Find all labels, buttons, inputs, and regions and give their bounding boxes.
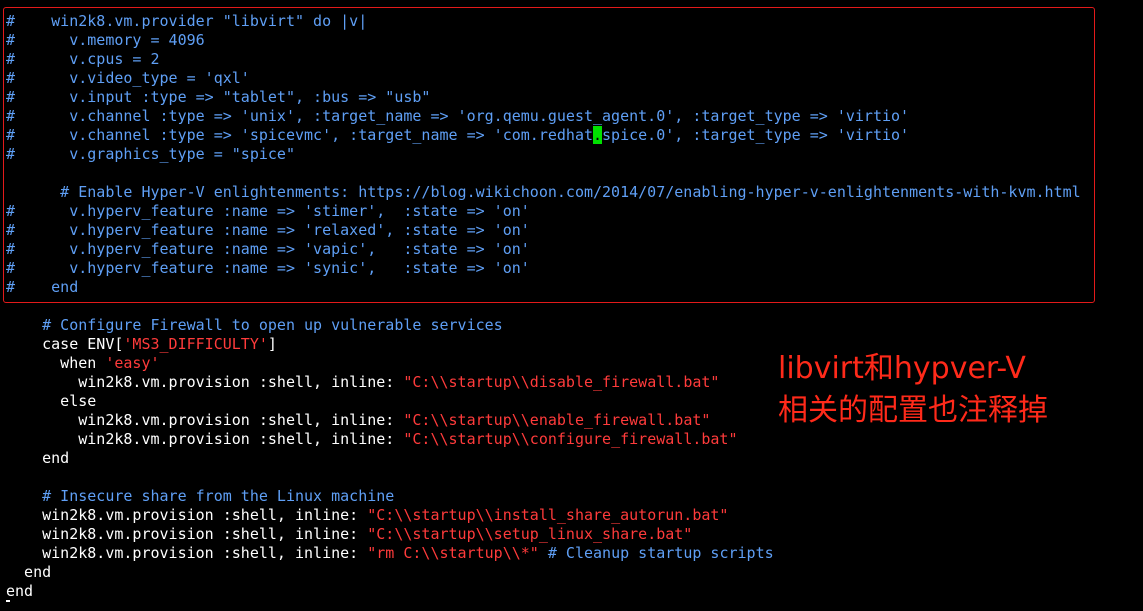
code-line[interactable]: # v.cpus = 2 [6, 50, 160, 69]
code-line[interactable]: # Insecure share from the Linux machine [6, 487, 394, 506]
code-token-text: when [6, 354, 106, 372]
code-token-comment: # v.input :type => "tablet", :bus => "us… [6, 88, 431, 106]
code-line[interactable]: # v.channel :type => 'unix', :target_nam… [6, 107, 909, 126]
annotation-line-2: 相关的配置也注释掉 [778, 393, 1048, 428]
code-token-string: "C:\\startup\\disable_firewall.bat" [403, 373, 720, 391]
code-token-string: "C:\\startup\\enable_firewall.bat" [403, 411, 711, 429]
code-line[interactable]: # v.input :type => "tablet", :bus => "us… [6, 88, 430, 107]
terminal-cursor-marker [6, 600, 10, 602]
code-token-text: ] [267, 335, 277, 353]
code-line[interactable]: # end [6, 278, 78, 297]
terminal-editor[interactable]: # win2k8.vm.provider "libvirt" do |v| # v… [0, 0, 1143, 611]
code-line[interactable]: # v.channel :type => 'spicevmc', :target… [6, 126, 909, 145]
code-line[interactable]: # win2k8.vm.provider "libvirt" do |v| [6, 12, 367, 31]
code-token-comment: # end [6, 278, 79, 296]
code-line[interactable]: else [6, 392, 96, 411]
code-token-string: "C:\\startup\\install_share_autorun.bat" [367, 506, 729, 524]
code-line[interactable]: end [6, 582, 33, 601]
code-line[interactable]: win2k8.vm.provision :shell, inline: "C:\… [6, 506, 728, 525]
code-token-comment: # Configure Firewall to open up vulnerab… [6, 316, 503, 334]
code-token-text: win2k8.vm.provision :shell, inline: [6, 430, 404, 448]
code-token-text: win2k8.vm.provision :shell, inline: [6, 411, 404, 429]
code-token-string: 'MS3_DIFFICULTY' [123, 335, 268, 353]
code-token-string: "rm C:\\startup\\*" [367, 544, 539, 562]
code-token-string: "C:\\startup\\setup_linux_share.bat" [367, 525, 693, 543]
code-token-comment: # v.channel :type => 'unix', :target_nam… [6, 107, 910, 125]
annotation-text: libvirt和hypver-V 相关的配置也注释掉 [778, 348, 1048, 432]
code-token-text: end [6, 582, 34, 600]
code-line[interactable]: # Enable Hyper-V enlightenments: https:/… [6, 183, 1081, 202]
code-line[interactable]: # v.hyperv_feature :name => 'synic', :st… [6, 259, 530, 278]
annotation-line-1: libvirt和hypver-V [778, 351, 1026, 386]
code-token-comment: # v.hyperv_feature :name => 'stimer', :s… [6, 202, 530, 220]
code-line[interactable]: win2k8.vm.provision :shell, inline: "rm … [6, 544, 774, 563]
code-token-comment: # v.cpus = 2 [6, 50, 160, 68]
code-line[interactable]: win2k8.vm.provision :shell, inline: "C:\… [6, 525, 692, 544]
code-line[interactable]: win2k8.vm.provision :shell, inline: "C:\… [6, 411, 710, 430]
code-token-string: "C:\\startup\\configure_firewall.bat" [403, 430, 738, 448]
code-token-comment: # v.graphics_type = "spice" [6, 145, 295, 163]
code-token-comment: # Insecure share from the Linux machine [6, 487, 395, 505]
code-token-comment: spice.0', :target_type => 'virtio' [602, 126, 910, 144]
code-token-text: win2k8.vm.provision :shell, inline: [6, 525, 368, 543]
code-token-comment: # v.hyperv_feature :name => 'vapic', :st… [6, 240, 530, 258]
code-token-text: else [6, 392, 97, 410]
code-line[interactable]: # Configure Firewall to open up vulnerab… [6, 316, 503, 335]
text-cursor: . [593, 126, 603, 144]
code-token-text: end [6, 563, 52, 581]
code-token-text: win2k8.vm.provision :shell, inline: [6, 544, 368, 562]
code-token-text: win2k8.vm.provision :shell, inline: [6, 506, 368, 524]
code-token-text: win2k8.vm.provision :shell, inline: [6, 373, 404, 391]
code-token-comment: # v.hyperv_feature :name => 'relaxed', :… [6, 221, 530, 239]
code-line[interactable]: # v.hyperv_feature :name => 'vapic', :st… [6, 240, 530, 259]
code-token-comment: # Enable Hyper-V enlightenments: https:/… [6, 183, 1081, 201]
code-line[interactable]: # v.video_type = 'qxl' [6, 69, 250, 88]
code-line[interactable]: # v.memory = 4096 [6, 31, 205, 50]
code-line[interactable]: # v.hyperv_feature :name => 'stimer', :s… [6, 202, 530, 221]
code-line[interactable]: when 'easy' [6, 354, 160, 373]
code-token-comment: # Cleanup startup scripts [538, 544, 774, 562]
code-line[interactable]: # v.hyperv_feature :name => 'relaxed', :… [6, 221, 530, 240]
code-line[interactable]: win2k8.vm.provision :shell, inline: "C:\… [6, 430, 738, 449]
code-token-comment: # v.memory = 4096 [6, 31, 205, 49]
code-line[interactable]: case ENV['MS3_DIFFICULTY'] [6, 335, 277, 354]
code-line[interactable]: win2k8.vm.provision :shell, inline: "C:\… [6, 373, 719, 392]
code-token-text: end [6, 449, 70, 467]
code-line[interactable]: # v.graphics_type = "spice" [6, 145, 295, 164]
code-token-text: case ENV[ [6, 335, 124, 353]
code-token-comment: # v.channel :type => 'spicevmc', :target… [6, 126, 593, 144]
code-token-comment: # v.hyperv_feature :name => 'synic', :st… [6, 259, 530, 277]
code-token-comment: # win2k8.vm.provider "libvirt" do |v| [6, 12, 368, 30]
code-token-comment: # v.video_type = 'qxl' [6, 69, 250, 87]
code-token-string: 'easy' [105, 354, 160, 372]
code-line[interactable]: end [6, 449, 69, 468]
code-line[interactable]: end [6, 563, 51, 582]
